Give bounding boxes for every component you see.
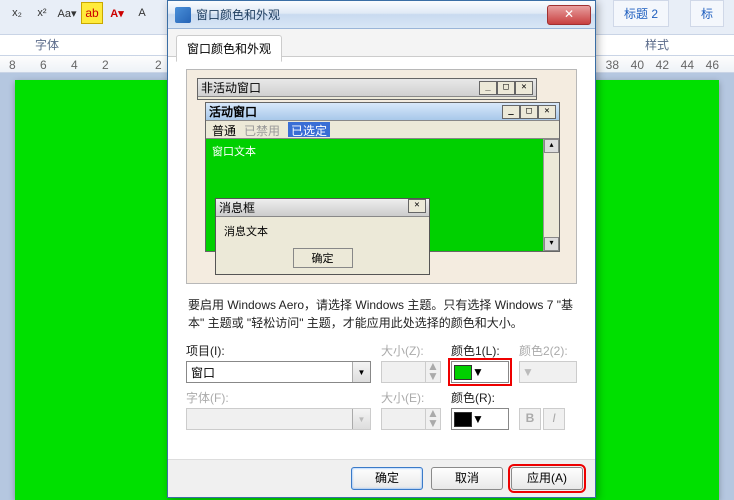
chevron-down-icon: ▼: [522, 365, 534, 379]
dialog-footer: 确定 取消 应用(A): [168, 459, 595, 497]
color-r-label: 颜色(R):: [451, 389, 509, 406]
font-color-btn[interactable]: A▾: [106, 2, 128, 24]
size-e-label: 大小(E):: [381, 389, 441, 406]
color2-combo: ▼: [519, 361, 577, 383]
dialog-titlebar[interactable]: 窗口颜色和外观 ✕: [168, 1, 595, 29]
dialog-title: 窗口颜色和外观: [196, 6, 547, 23]
color2-label: 颜色2(2):: [519, 342, 577, 359]
size-z-label: 大小(Z):: [381, 342, 441, 359]
chevron-down-icon: ▼: [472, 365, 484, 379]
preview-msgbox: 消息框✕ 消息文本 确定: [215, 198, 430, 275]
change-case-btn[interactable]: Aa▾: [56, 2, 78, 24]
bold-button: B: [519, 408, 541, 430]
window-color-dialog: 窗口颜色和外观 ✕ 窗口颜色和外观 非活动窗口 _□✕ 活动窗口 _□✕ 普通 …: [167, 0, 596, 498]
apply-button[interactable]: 应用(A): [511, 467, 583, 490]
superscript-btn[interactable]: x²: [31, 2, 53, 24]
color-r-combo[interactable]: ▼: [451, 408, 509, 430]
font-combo: ▼: [186, 408, 371, 430]
chevron-down-icon: ▼: [352, 362, 370, 382]
item-label: 项目(I):: [186, 342, 371, 359]
dialog-icon: [175, 7, 191, 23]
preview-pane: 非活动窗口 _□✕ 活动窗口 _□✕ 普通 已禁用 已选定 窗口文本 ▴▾: [186, 69, 577, 284]
color-r-swatch: [454, 412, 472, 427]
cancel-button[interactable]: 取消: [431, 467, 503, 490]
font-group-label: 字体: [35, 36, 59, 53]
dialog-tabs: 窗口颜色和外观: [168, 29, 595, 57]
size-e-spinner: ▲▼: [381, 408, 441, 430]
item-combo[interactable]: 窗口▼: [186, 361, 371, 383]
style-heading2[interactable]: 标题 2: [613, 0, 669, 27]
size-z-spinner: ▲▼: [381, 361, 441, 383]
style-group-label: 样式: [645, 36, 669, 53]
color1-combo[interactable]: ▼: [451, 361, 509, 383]
color1-swatch: [454, 365, 472, 380]
preview-inactive-window: 非活动窗口 _□✕: [197, 78, 537, 100]
subscript-btn[interactable]: x₂: [6, 2, 28, 24]
preview-msgbox-ok: 确定: [293, 248, 353, 268]
highlight-btn[interactable]: ab: [81, 2, 103, 24]
ok-button[interactable]: 确定: [351, 467, 423, 490]
char-shading-btn[interactable]: A: [131, 2, 153, 24]
chevron-down-icon: ▼: [472, 412, 484, 426]
style-heading-n[interactable]: 标: [690, 0, 724, 27]
font-label: 字体(F):: [186, 389, 371, 406]
color1-label: 颜色1(L):: [451, 342, 509, 359]
chevron-down-icon: ▼: [352, 409, 370, 429]
hint-text: 要启用 Windows Aero，请选择 Windows 主题。只有选择 Win…: [188, 296, 575, 332]
italic-button: I: [543, 408, 565, 430]
close-icon[interactable]: ✕: [547, 5, 591, 25]
tab-appearance[interactable]: 窗口颜色和外观: [176, 35, 282, 62]
